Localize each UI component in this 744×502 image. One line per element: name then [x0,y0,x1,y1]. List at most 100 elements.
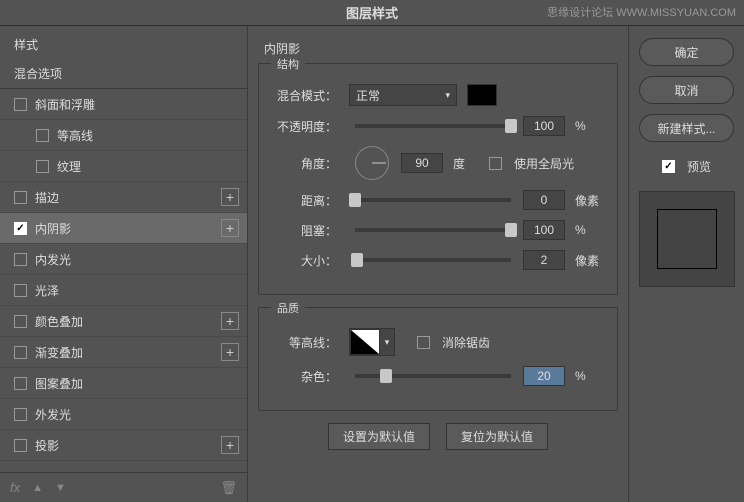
style-label: 颜色叠加 [35,313,221,330]
style-label: 内发光 [35,251,239,268]
style-checkbox[interactable] [14,346,27,359]
style-row-2[interactable]: 纹理 [0,151,247,182]
arrow-up-icon[interactable]: ▲ [32,482,43,494]
add-effect-icon[interactable]: + [221,219,239,237]
cancel-button[interactable]: 取消 [639,76,734,104]
antialias-label: 消除锯齿 [442,334,490,351]
add-effect-icon[interactable]: + [221,188,239,206]
choke-value[interactable]: 100 [523,220,565,240]
antialias-checkbox[interactable] [417,336,430,349]
main-area: 样式 混合选项 斜面和浮雕等高线纹理描边+内阴影+内发光光泽颜色叠加+渐变叠加+… [0,26,744,502]
distance-label: 距离： [271,192,337,209]
quality-label: 品质 [271,300,305,316]
chevron-down-icon: ▾ [380,329,394,355]
sidebar-footer: fx ▲ ▼ 🗑 [0,472,247,502]
style-checkbox[interactable] [14,284,27,297]
quality-group: 品质 等高线： ▾ 消除锯齿 杂色： 20 % [258,307,618,411]
arrow-down-icon[interactable]: ▼ [55,482,66,494]
style-row-4[interactable]: 内阴影+ [0,213,247,244]
style-row-9[interactable]: 图案叠加 [0,368,247,399]
angle-value[interactable]: 90 [401,153,443,173]
style-row-8[interactable]: 渐变叠加+ [0,337,247,368]
style-checkbox[interactable] [14,377,27,390]
style-label: 外发光 [35,406,239,423]
size-slider[interactable] [355,258,511,262]
style-checkbox[interactable] [14,315,27,328]
opacity-label: 不透明度： [271,118,337,135]
add-effect-icon[interactable]: + [221,312,239,330]
distance-value[interactable]: 0 [523,190,565,210]
chevron-down-icon: ▾ [445,90,450,101]
contour-picker[interactable]: ▾ [349,328,395,356]
noise-value[interactable]: 20 [523,366,565,386]
style-row-1[interactable]: 等高线 [0,120,247,151]
panel-title: 内阴影 [258,40,618,57]
style-label: 图案叠加 [35,375,239,392]
new-style-button[interactable]: 新建样式... [639,114,734,142]
style-row-7[interactable]: 颜色叠加+ [0,306,247,337]
watermark: 思缘设计论坛 WWW.MISSYUAN.COM [547,4,736,20]
style-row-11[interactable]: 投影+ [0,430,247,461]
angle-dial[interactable] [355,146,389,180]
style-checkbox[interactable] [36,160,49,173]
color-swatch[interactable] [467,84,497,106]
angle-label: 角度： [271,155,337,172]
style-label: 纹理 [57,158,239,175]
preview-checkbox[interactable]: ✓ [662,160,675,173]
style-row-0[interactable]: 斜面和浮雕 [0,89,247,120]
choke-label: 阻塞： [271,222,337,239]
noise-label: 杂色： [271,368,337,385]
styles-heading: 样式 [0,26,247,59]
choke-slider[interactable] [355,228,511,232]
add-effect-icon[interactable]: + [221,436,239,454]
style-label: 描边 [35,189,221,206]
style-row-10[interactable]: 外发光 [0,399,247,430]
style-row-3[interactable]: 描边+ [0,182,247,213]
style-checkbox[interactable] [14,191,27,204]
global-light-label: 使用全局光 [514,155,574,172]
right-panel: 确定 取消 新建样式... ✓ 预览 [628,26,744,502]
contour-thumb [350,329,380,355]
global-light-checkbox[interactable] [489,157,502,170]
style-label: 光泽 [35,282,239,299]
style-checkbox[interactable] [14,439,27,452]
contour-label: 等高线： [271,334,337,351]
style-label: 等高线 [57,127,239,144]
noise-slider[interactable] [355,374,511,378]
fx-icon[interactable]: fx [10,480,20,495]
size-label: 大小： [271,252,337,269]
style-list: 斜面和浮雕等高线纹理描边+内阴影+内发光光泽颜色叠加+渐变叠加+图案叠加外发光投… [0,89,247,472]
settings-panel: 内阴影 结构 混合模式： 正常▾ 不透明度： 100 % 角度： 90 度 [248,26,628,502]
preview-inner [657,209,717,269]
opacity-slider[interactable] [355,124,511,128]
style-label: 投影 [35,437,221,454]
style-checkbox[interactable] [14,98,27,111]
style-checkbox[interactable] [14,222,27,235]
style-checkbox[interactable] [14,408,27,421]
preview-label: 预览 [687,158,711,175]
structure-label: 结构 [271,56,305,72]
style-checkbox[interactable] [36,129,49,142]
style-row-6[interactable]: 光泽 [0,275,247,306]
distance-slider[interactable] [355,198,511,202]
style-label: 内阴影 [35,220,221,237]
size-value[interactable]: 2 [523,250,565,270]
reset-default-button[interactable]: 复位为默认值 [446,423,548,450]
style-label: 斜面和浮雕 [35,96,239,113]
preview-box [639,191,735,287]
style-checkbox[interactable] [14,253,27,266]
styles-sidebar: 样式 混合选项 斜面和浮雕等高线纹理描边+内阴影+内发光光泽颜色叠加+渐变叠加+… [0,26,248,502]
opacity-value[interactable]: 100 [523,116,565,136]
trash-icon[interactable]: 🗑 [220,480,237,496]
style-row-5[interactable]: 内发光 [0,244,247,275]
ok-button[interactable]: 确定 [639,38,734,66]
dialog-title: 图层样式 [346,3,398,22]
blend-mode-dropdown[interactable]: 正常▾ [349,84,457,106]
add-effect-icon[interactable]: + [221,343,239,361]
titlebar: 图层样式 思缘设计论坛 WWW.MISSYUAN.COM [0,0,744,26]
make-default-button[interactable]: 设置为默认值 [328,423,430,450]
blend-mode-label: 混合模式： [271,87,337,104]
blend-options[interactable]: 混合选项 [0,59,247,89]
style-label: 渐变叠加 [35,344,221,361]
structure-group: 结构 混合模式： 正常▾ 不透明度： 100 % 角度： 90 度 [258,63,618,295]
